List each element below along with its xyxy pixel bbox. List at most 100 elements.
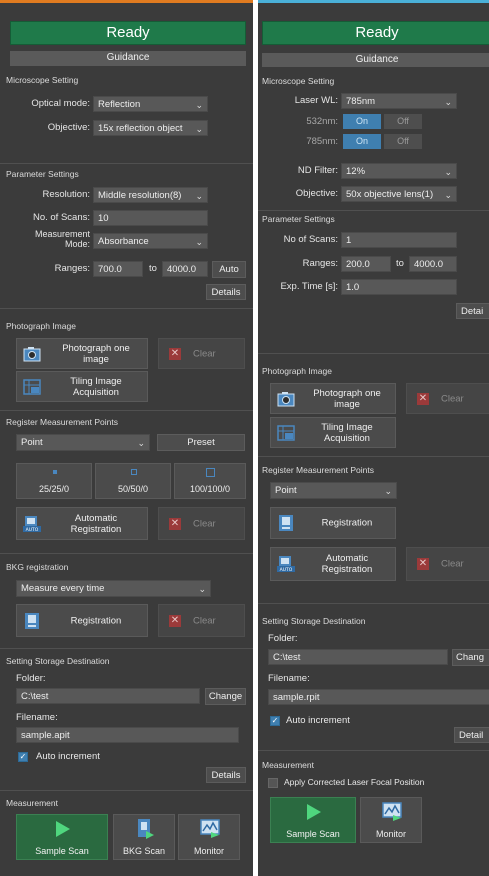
monitor-button[interactable]: Monitor xyxy=(178,814,240,860)
photograph-one-image-button[interactable]: Photograph one image xyxy=(270,383,396,414)
measurement-mode-dropdown[interactable]: Absorbance ⌄ xyxy=(93,233,208,249)
laser-532-off-button[interactable]: Off xyxy=(384,114,422,129)
nd-filter-dropdown[interactable]: 12% ⌄ xyxy=(341,163,457,179)
folder-change-button[interactable]: Chang xyxy=(452,649,489,666)
tiling-icon xyxy=(277,424,295,441)
section-parameter-settings: Parameter Settings xyxy=(6,169,79,179)
auto-registration-icon: AUTO xyxy=(277,556,295,572)
divider xyxy=(0,790,253,791)
section-storage-destination: Setting Storage Destination xyxy=(262,616,366,626)
auto-increment-checkbox[interactable]: ✓ xyxy=(270,716,280,726)
parameter-details-button[interactable]: Detai xyxy=(456,303,489,319)
laser-wl-dropdown[interactable]: 785nm ⌄ xyxy=(341,93,457,109)
filename-input[interactable]: sample.rpit xyxy=(268,689,489,705)
objective-dropdown[interactable]: 15x reflection object ⌄ xyxy=(93,120,208,136)
sample-scan-button[interactable]: Sample Scan xyxy=(270,797,356,843)
bkg-scan-button[interactable]: BKG Scan xyxy=(113,814,175,860)
divider xyxy=(0,163,253,164)
scans-input[interactable]: 1 xyxy=(341,232,457,248)
section-photograph-image: Photograph Image xyxy=(6,321,76,331)
guidance-button[interactable]: Guidance xyxy=(262,53,489,67)
exp-time-input[interactable]: 1.0 xyxy=(341,279,457,295)
objective-label: Objective: xyxy=(47,122,90,133)
section-measurement: Measurement xyxy=(6,798,58,808)
range-to-label: to xyxy=(396,258,404,269)
section-measurement: Measurement xyxy=(262,760,314,770)
monitor-label: Monitor xyxy=(375,829,406,839)
sample-scan-button[interactable]: Sample Scan xyxy=(16,814,108,860)
chevron-down-icon: ⌄ xyxy=(195,100,203,110)
tiling-image-acquisition-button[interactable]: Tiling Image Acquisition xyxy=(270,417,396,448)
section-microscope-setting: Microscope Setting xyxy=(6,75,79,85)
folder-input[interactable]: C:\test xyxy=(268,649,448,665)
optical-mode-dropdown[interactable]: Reflection ⌄ xyxy=(93,96,208,112)
range-from-input[interactable]: 200.0 xyxy=(341,256,391,272)
scans-input[interactable]: 10 xyxy=(93,210,208,226)
range-from-input[interactable]: 700.0 xyxy=(93,261,143,277)
clear-x-icon: ✕ xyxy=(417,392,429,405)
scans-label: No of Scans: xyxy=(283,234,338,245)
filename-label: Filename: xyxy=(268,673,310,684)
laser-532-on-button[interactable]: On xyxy=(343,114,381,129)
automatic-registration-button[interactable]: AUTO Automatic Registration xyxy=(270,547,396,581)
guidance-button[interactable]: Guidance xyxy=(10,51,246,66)
point-type-dropdown[interactable]: Point ⌄ xyxy=(16,434,150,451)
apply-focal-checkbox[interactable] xyxy=(268,778,278,788)
automatic-registration-label: Automatic Registration xyxy=(47,513,145,535)
bkg-registration-button[interactable]: Registration xyxy=(16,604,148,637)
folder-change-button[interactable]: Change xyxy=(205,688,246,705)
monitor-icon xyxy=(382,802,402,821)
camera-icon xyxy=(277,391,295,406)
automatic-registration-button[interactable]: AUTO Automatic Registration xyxy=(16,507,148,540)
monitor-icon xyxy=(200,819,220,838)
bkg-mode-value: Measure every time xyxy=(21,583,105,594)
section-bkg-registration: BKG registration xyxy=(6,562,69,572)
laser-785-on-button[interactable]: On xyxy=(343,134,381,149)
range-to-input[interactable]: 4000.0 xyxy=(162,261,208,277)
point-preset-25-button[interactable]: 25/25/0 xyxy=(16,463,92,499)
divider xyxy=(0,553,253,554)
point-preset-100-button[interactable]: 100/100/0 xyxy=(174,463,246,499)
photo-clear-button[interactable]: ✕ Clear xyxy=(158,338,245,369)
auto-increment-checkbox[interactable]: ✓ xyxy=(18,752,28,762)
storage-details-button[interactable]: Detail xyxy=(454,727,489,743)
auto-button[interactable]: Auto xyxy=(212,261,246,278)
range-to-input[interactable]: 4000.0 xyxy=(409,256,457,272)
apply-focal-label: Apply Corrected Laser Focal Position xyxy=(284,777,425,787)
checkmark-icon: ✓ xyxy=(271,716,279,725)
tiling-label: Tiling Image Acquisition xyxy=(301,422,393,444)
bkg-clear-button[interactable]: ✕ Clear xyxy=(158,604,245,637)
filename-label: Filename: xyxy=(16,712,58,723)
bkg-mode-dropdown[interactable]: Measure every time ⌄ xyxy=(16,580,211,597)
registration-icon xyxy=(279,515,293,531)
measurement-mode-label-line1: Measurement xyxy=(34,229,90,239)
register-clear-button[interactable]: ✕ Clear xyxy=(406,547,489,581)
storage-details-button[interactable]: Details xyxy=(206,767,246,783)
point-type-value: Point xyxy=(21,437,43,448)
point-preset-50-button[interactable]: 50/50/0 xyxy=(95,463,171,499)
preset-button[interactable]: Preset xyxy=(157,434,245,451)
play-icon xyxy=(56,821,70,837)
point-type-dropdown[interactable]: Point ⌄ xyxy=(270,482,397,499)
exp-time-label: Exp. Time [s]: xyxy=(280,281,338,292)
clear-x-icon: ✕ xyxy=(169,347,181,360)
registration-button[interactable]: Registration xyxy=(270,507,396,539)
register-clear-button[interactable]: ✕ Clear xyxy=(158,507,245,540)
photograph-one-label-line2: image xyxy=(334,398,360,410)
parameter-details-button[interactable]: Details xyxy=(206,284,246,300)
resolution-dropdown[interactable]: Middle resolution(8) ⌄ xyxy=(93,187,208,203)
folder-input[interactable]: C:\test xyxy=(16,688,200,704)
tiling-image-acquisition-button[interactable]: Tiling Image Acquisition xyxy=(16,371,148,402)
svg-text:AUTO: AUTO xyxy=(26,527,39,532)
monitor-button[interactable]: Monitor xyxy=(360,797,422,843)
play-icon xyxy=(307,804,321,820)
photograph-one-image-button[interactable]: Photograph one image xyxy=(16,338,148,369)
photo-clear-button[interactable]: ✕ Clear xyxy=(406,383,489,414)
chevron-down-icon: ⌄ xyxy=(195,124,203,134)
laser-785-off-button[interactable]: Off xyxy=(384,134,422,149)
filename-input[interactable]: sample.apit xyxy=(16,727,239,743)
objective-dropdown[interactable]: 50x objective lens(1) ⌄ xyxy=(341,186,457,202)
bkg-clear-label: Clear xyxy=(193,615,216,626)
point-type-value: Point xyxy=(275,485,297,496)
folder-label: Folder: xyxy=(268,633,298,644)
